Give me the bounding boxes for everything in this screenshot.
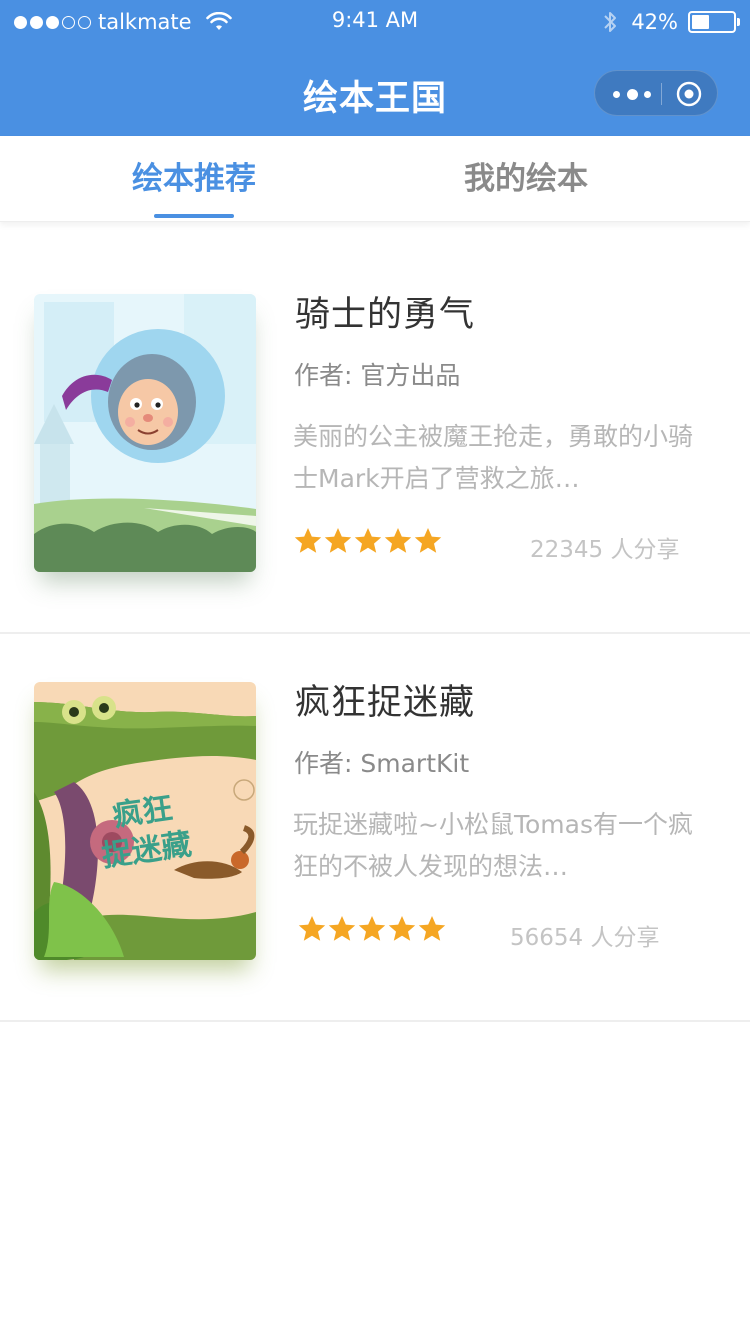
active-tab-indicator: [154, 214, 234, 218]
star-icon: [298, 916, 326, 941]
crocodile-cover-illustration: 疯狂 捉迷藏: [34, 682, 256, 960]
star-icon: [384, 528, 412, 553]
tab-my-books[interactable]: 我的绘本: [442, 136, 610, 222]
share-count: 22345 人分享: [530, 537, 680, 563]
bluetooth-icon: [604, 12, 617, 32]
tab-bar: 绘本推荐 我的绘本: [0, 136, 750, 222]
status-bar: talkmate 9:41 AM 42%: [0, 0, 750, 44]
book-cover-image[interactable]: 疯狂 捉迷藏: [34, 682, 256, 960]
capsule-divider: [661, 83, 662, 105]
tab-recommended[interactable]: 绘本推荐: [110, 136, 278, 222]
star-icon: [418, 916, 446, 941]
star-icon: [354, 528, 382, 553]
book-card[interactable]: 疯狂 捉迷藏 疯狂捉迷藏 作者: SmartKit 玩捉迷藏啦~小松鼠Tomas…: [0, 634, 750, 1022]
target-circle-icon[interactable]: [676, 81, 702, 107]
status-right: 42%: [603, 8, 740, 36]
book-card[interactable]: 骑士的勇气 作者: 官方出品 美丽的公主被魔王抢走，勇敢的小骑士Mark开启了营…: [0, 246, 750, 634]
star-icon: [294, 528, 322, 553]
book-cover-image[interactable]: [34, 294, 256, 572]
header: talkmate 9:41 AM 42% 绘本王国: [0, 0, 750, 136]
star-icon: [324, 528, 352, 553]
book-description: 美丽的公主被魔王抢走，勇敢的小骑士Mark开启了营救之旅…: [293, 422, 694, 493]
share-count: 56654 人分享: [510, 925, 660, 951]
tab-label: 绘本推荐: [132, 161, 256, 197]
book-description: 玩捉迷藏啦~小松鼠Tomas有一个疯狂的不被人发现的想法…: [293, 810, 693, 881]
book-author: 作者: SmartKit: [294, 749, 470, 778]
battery-icon: [688, 11, 740, 33]
star-rating: [297, 914, 447, 946]
tab-label: 我的绘本: [464, 161, 588, 197]
star-icon: [388, 916, 416, 941]
mini-program-capsule: [594, 70, 718, 116]
battery-percent: 42%: [631, 10, 678, 34]
book-title: 骑士的勇气: [295, 295, 476, 335]
battery-fill: [692, 15, 709, 29]
star-icon: [358, 916, 386, 941]
knight-cover-illustration: [34, 294, 256, 572]
book-title: 疯狂捉迷藏: [295, 683, 476, 723]
more-dots-icon[interactable]: [613, 71, 651, 117]
star-icon: [414, 528, 442, 553]
star-rating: [293, 526, 443, 558]
book-author: 作者: 官方出品: [294, 361, 461, 390]
star-icon: [328, 916, 356, 941]
